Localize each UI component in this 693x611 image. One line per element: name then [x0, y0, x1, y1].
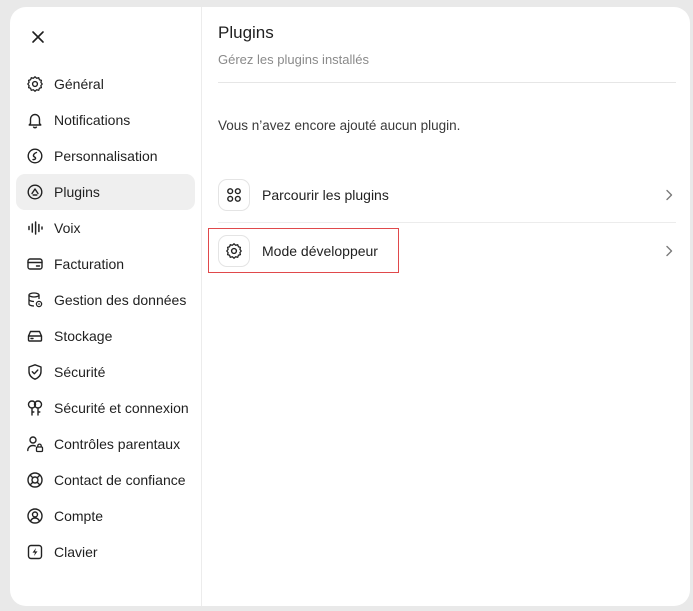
bell-icon: [26, 111, 44, 129]
developer-mode-row[interactable]: Mode développeur: [218, 226, 676, 276]
plugins-panel: Plugins Gérez les plugins installés Vous…: [202, 7, 690, 606]
sidebar-item-label: Facturation: [54, 256, 125, 272]
sidebar-item-data-controls[interactable]: Gestion des données: [16, 282, 195, 318]
sidebar-item-label: Plugins: [54, 184, 100, 200]
sidebar-item-label: Personnalisation: [54, 148, 158, 164]
database-icon: [26, 291, 44, 309]
sidebar-item-notifications[interactable]: Notifications: [16, 102, 195, 138]
sidebar-item-security-login[interactable]: Sécurité et connexion: [16, 390, 195, 426]
sidebar-item-trusted-contact[interactable]: Contact de confiance: [16, 462, 195, 498]
empty-state-message: Vous n’avez encore ajouté aucun plugin.: [218, 118, 461, 133]
sidebar-item-label: Sécurité: [54, 364, 106, 380]
grid-icon: [218, 179, 250, 211]
gear-icon: [26, 75, 44, 93]
page-title: Plugins: [218, 23, 274, 42]
parental-lock-icon: [26, 435, 44, 453]
keyboard-bolt-icon: [26, 543, 44, 561]
sidebar-item-general[interactable]: Général: [16, 66, 195, 102]
sidebar-item-voice[interactable]: Voix: [16, 210, 195, 246]
lifebuoy-icon: [26, 471, 44, 489]
sidebar-item-billing[interactable]: Facturation: [16, 246, 195, 282]
close-button[interactable]: [26, 25, 50, 49]
sidebar-item-personalization[interactable]: Personnalisation: [16, 138, 195, 174]
voice-wave-icon: [26, 219, 44, 237]
close-icon: [32, 31, 44, 43]
settings-dialog: Général Notifications Personnalisation P…: [10, 7, 690, 606]
sidebar-item-plugins[interactable]: Plugins: [16, 174, 195, 210]
page-subtitle: Gérez les plugins installés: [218, 52, 370, 67]
storage-icon: [26, 327, 44, 345]
row-label: Mode développeur: [262, 243, 378, 259]
key-icon: [26, 399, 44, 417]
sidebar-item-keyboard[interactable]: Clavier: [16, 534, 195, 570]
browse-plugins-row[interactable]: Parcourir les plugins: [218, 170, 676, 220]
sidebar-item-parental-controls[interactable]: Contrôles parentaux: [16, 426, 195, 462]
sidebar-item-label: Voix: [54, 220, 81, 236]
sidebar-item-label: Contrôles parentaux: [54, 436, 181, 452]
sidebar-item-label: Stockage: [54, 328, 113, 344]
sidebar-item-label: Notifications: [54, 112, 131, 128]
card-icon: [26, 255, 44, 273]
sidebar-item-label: Sécurité et connexion: [54, 400, 189, 416]
settings-sidebar: Général Notifications Personnalisation P…: [10, 7, 202, 606]
chevron-right-icon: [662, 244, 676, 258]
personalization-icon: [26, 147, 44, 165]
sidebar-item-label: Clavier: [54, 544, 98, 560]
gear-icon: [218, 235, 250, 267]
divider: [218, 82, 676, 83]
chevron-right-icon: [662, 188, 676, 202]
account-icon: [26, 507, 44, 525]
row-divider: [218, 222, 676, 223]
sidebar-item-storage[interactable]: Stockage: [16, 318, 195, 354]
sidebar-item-label: Gestion des données: [54, 292, 187, 308]
settings-nav: Général Notifications Personnalisation P…: [16, 66, 195, 570]
row-label: Parcourir les plugins: [262, 187, 389, 203]
sidebar-item-label: Compte: [54, 508, 104, 524]
sidebar-item-label: Contact de confiance: [54, 472, 186, 488]
sidebar-item-label: Général: [54, 76, 104, 92]
sidebar-item-security[interactable]: Sécurité: [16, 354, 195, 390]
shield-icon: [26, 363, 44, 381]
sidebar-item-account[interactable]: Compte: [16, 498, 195, 534]
plugin-icon: [26, 183, 44, 201]
